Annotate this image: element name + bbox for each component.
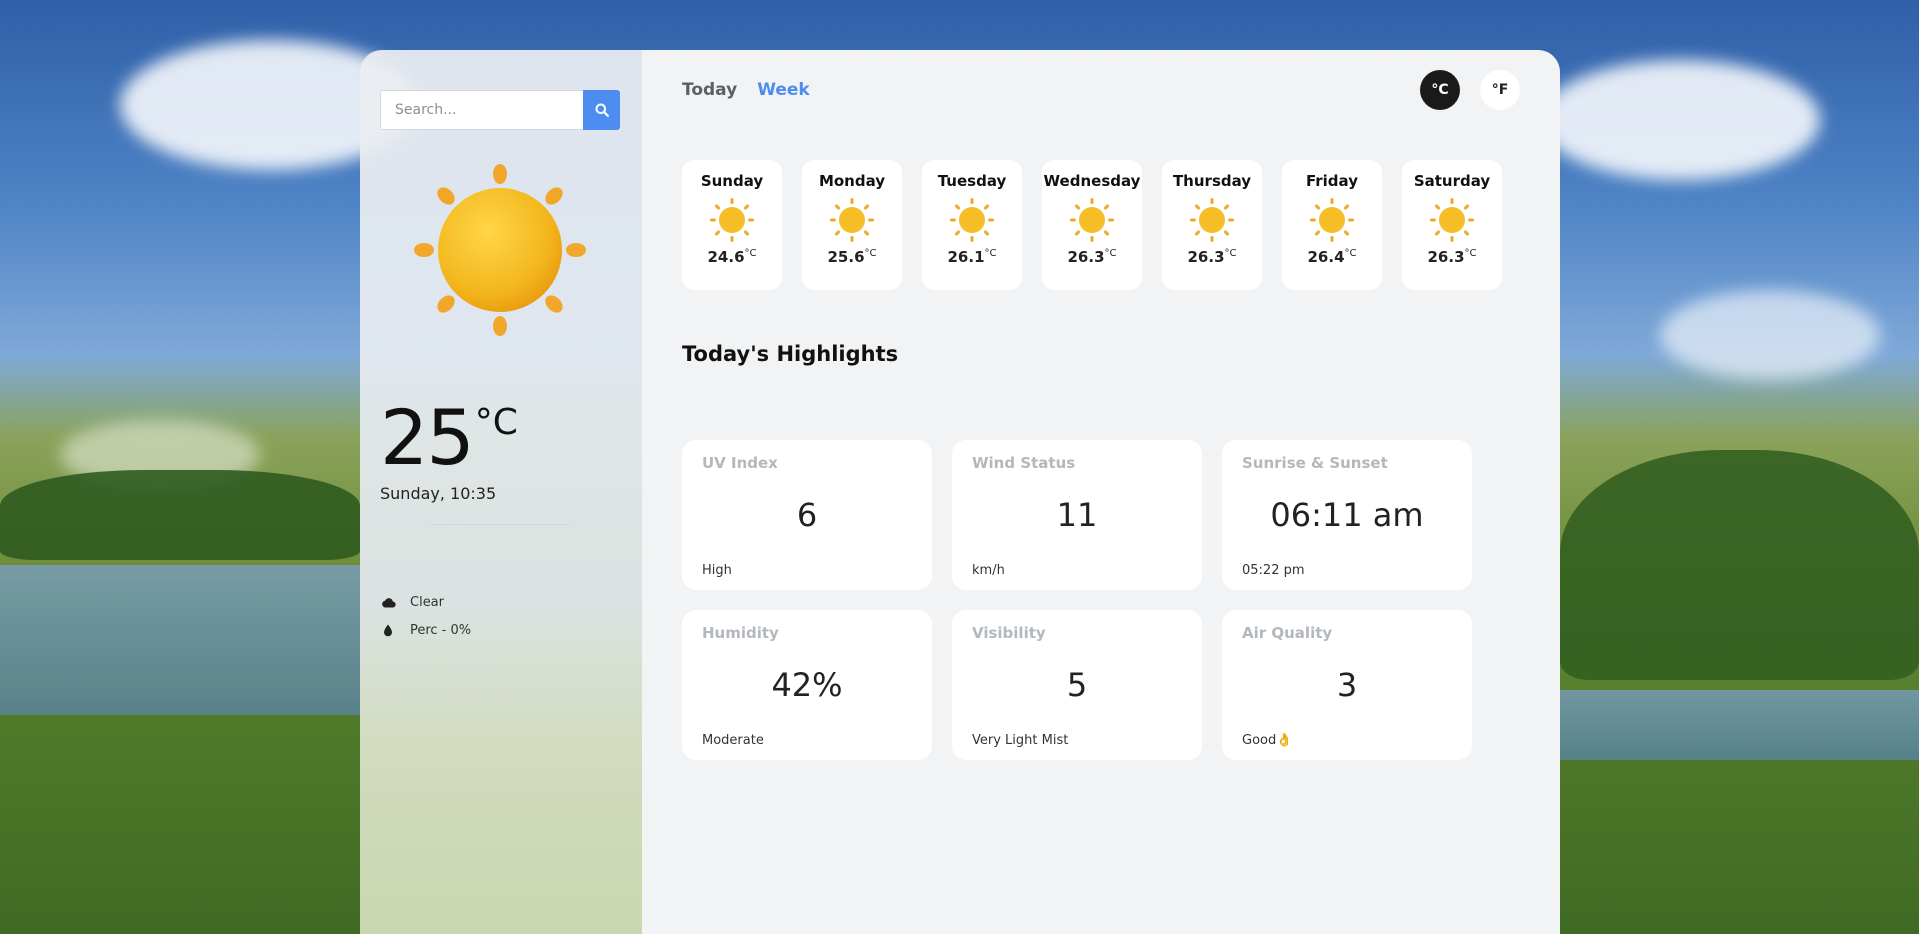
forecast-day-name: Wednesday	[1043, 172, 1141, 190]
highlight-value: 11	[1056, 496, 1098, 534]
search-icon	[595, 103, 609, 117]
forecast-day-card: Tuesday 26.1°C	[922, 160, 1022, 290]
current-datetime: Sunday, 10:35	[380, 484, 497, 503]
sun-icon	[1070, 198, 1114, 242]
trees	[0, 470, 360, 560]
search-button[interactable]	[583, 90, 620, 130]
highlight-label: Air Quality	[1242, 624, 1333, 642]
tab-today[interactable]: Today	[682, 80, 737, 100]
week-forecast: Sunday 24.6°C Monday 25.6°C Tuesday 26.1…	[682, 160, 1502, 290]
sun-icon	[710, 198, 754, 242]
forecast-day-card: Thursday 26.3°C	[1162, 160, 1262, 290]
forecast-day-card: Friday 26.4°C	[1282, 160, 1382, 290]
forecast-day-name: Tuesday	[937, 172, 1007, 190]
forecast-day-name: Sunday	[700, 172, 764, 190]
search-bar	[380, 90, 620, 130]
sun-icon	[1310, 198, 1354, 242]
search-input[interactable]	[380, 90, 583, 130]
forecast-day-name: Monday	[818, 172, 886, 190]
highlight-visibility: Visibility 5 Very Light Mist	[952, 610, 1202, 760]
highlight-sunrise-sunset: Sunrise & Sunset 06:11 am 05:22 pm	[1222, 440, 1472, 590]
highlight-label: UV Index	[702, 454, 778, 472]
sun-icon	[950, 198, 994, 242]
lake	[0, 565, 360, 715]
forecast-day-name: Saturday	[1413, 172, 1491, 190]
cloud-icon	[380, 594, 396, 610]
highlight-sub: 05:22 pm	[1242, 563, 1305, 578]
cloud	[1540, 60, 1820, 180]
droplet-icon	[380, 622, 396, 638]
forecast-day-name: Friday	[1305, 172, 1358, 190]
forecast-day-card: Saturday 26.3°C	[1402, 160, 1502, 290]
divider	[430, 524, 570, 525]
tab-week[interactable]: Week	[757, 80, 810, 100]
highlight-wind-status: Wind Status 11 km/h	[952, 440, 1202, 590]
highlight-humidity: Humidity 42% Moderate	[682, 610, 932, 760]
forecast-temp: 26.3°C	[1427, 248, 1477, 266]
current-temperature: 25 °C	[380, 400, 518, 476]
trees	[1560, 450, 1919, 680]
highlight-value: 5	[1066, 666, 1088, 704]
precipitation-text: Perc - 0%	[410, 622, 472, 638]
highlight-value: 06:11 am	[1270, 496, 1424, 534]
forecast-day-card: Wednesday 26.3°C	[1042, 160, 1142, 290]
forecast-temp: 26.4°C	[1307, 248, 1357, 266]
sun-icon	[1190, 198, 1234, 242]
fahrenheit-button[interactable]: °F	[1480, 70, 1520, 110]
sun-icon	[1430, 198, 1474, 242]
highlight-air-quality: Air Quality 3 Good👌	[1222, 610, 1472, 760]
highlight-value: 3	[1336, 666, 1358, 704]
temperature-value: 25	[380, 393, 475, 482]
view-tabs: Today Week	[682, 80, 810, 100]
condition-text: Clear	[410, 594, 444, 610]
condition-row: Clear	[380, 594, 444, 610]
cloud	[1660, 290, 1880, 380]
sun-icon	[414, 164, 586, 336]
main-panel: Today Week °C °F Sunday 24.6°C Monday 25…	[642, 50, 1560, 934]
highlight-label: Sunrise & Sunset	[1242, 454, 1388, 472]
highlight-sub: Good👌	[1242, 733, 1293, 748]
forecast-temp: 26.3°C	[1187, 248, 1237, 266]
highlight-sub: High	[702, 563, 732, 578]
highlight-value: 6	[796, 496, 818, 534]
highlight-sub: km/h	[972, 563, 1005, 578]
highlight-label: Wind Status	[972, 454, 1076, 472]
sun-icon	[830, 198, 874, 242]
highlight-sub: Moderate	[702, 733, 764, 748]
highlight-sub: Very Light Mist	[972, 733, 1069, 748]
celsius-button[interactable]: °C	[1420, 70, 1460, 110]
lake	[1560, 690, 1919, 760]
forecast-day-card: Sunday 24.6°C	[682, 160, 782, 290]
sidebar: 25 °C Sunday, 10:35 Clear Perc - 0%	[360, 50, 642, 934]
forecast-temp: 25.6°C	[827, 248, 877, 266]
forecast-temp: 26.3°C	[1067, 248, 1117, 266]
forecast-temp: 26.1°C	[947, 248, 997, 266]
temperature-unit: °C	[474, 402, 518, 443]
highlights-title: Today's Highlights	[682, 342, 899, 366]
highlight-value: 42%	[771, 666, 843, 704]
highlights-grid: UV Index 6 High Wind Status 11 km/h Sunr…	[682, 440, 1472, 760]
weather-card: 25 °C Sunday, 10:35 Clear Perc - 0% Toda…	[360, 50, 1560, 934]
highlight-label: Humidity	[702, 624, 779, 642]
forecast-temp: 24.6°C	[707, 248, 757, 266]
highlight-uv-index: UV Index 6 High	[682, 440, 932, 590]
unit-toggle: °C °F	[1420, 70, 1520, 110]
forecast-day-card: Monday 25.6°C	[802, 160, 902, 290]
highlight-label: Visibility	[972, 624, 1046, 642]
forecast-day-name: Thursday	[1172, 172, 1252, 190]
precipitation-row: Perc - 0%	[380, 622, 471, 638]
